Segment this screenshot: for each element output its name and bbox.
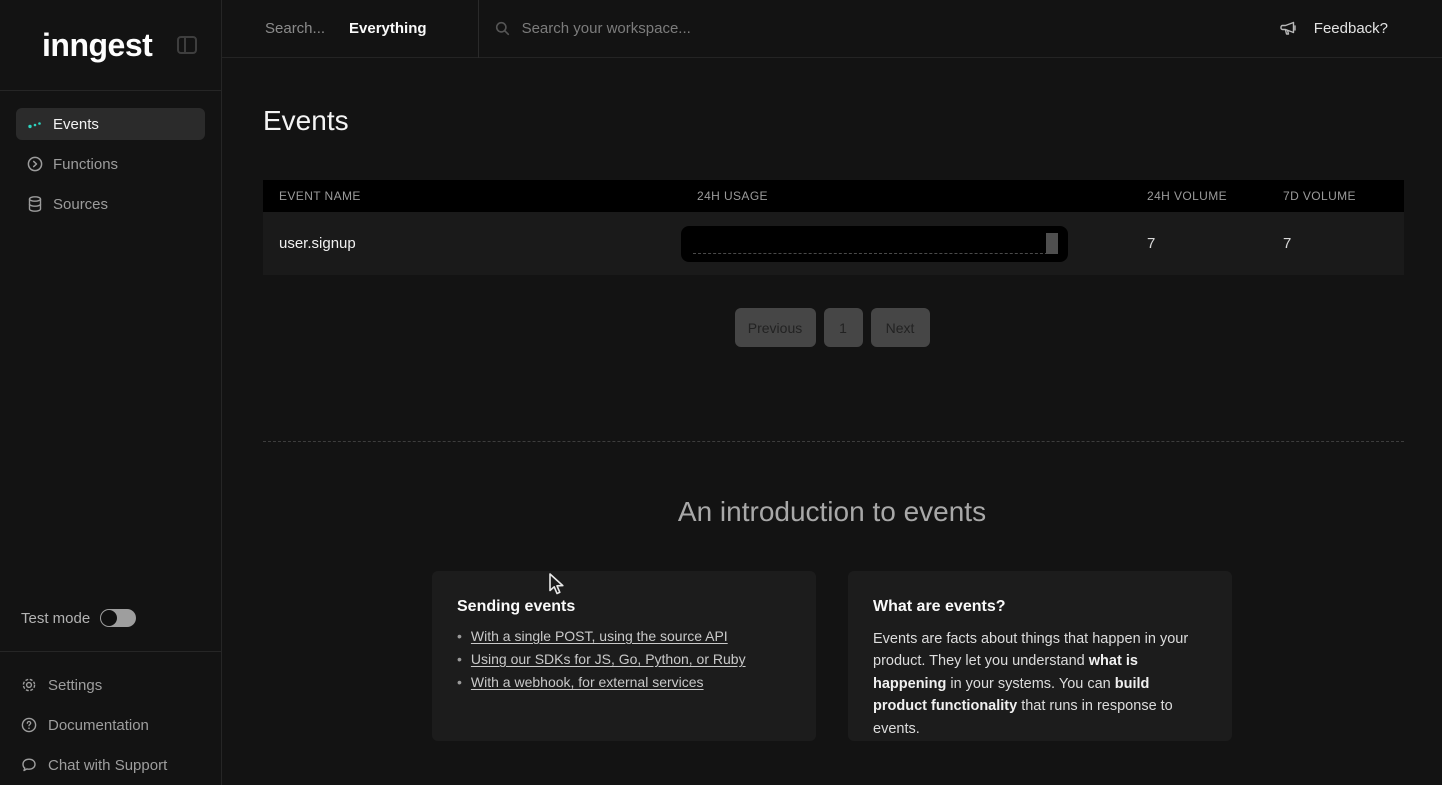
feedback-link[interactable]: Feedback? [1314,20,1388,37]
database-icon [27,196,43,212]
card-title: Sending events [457,598,791,616]
main-content: Events EVENT NAME 24H USAGE 24H VOLUME 7… [222,58,1442,785]
test-mode-label: Test mode [21,610,90,627]
next-page-button[interactable]: Next [871,308,930,347]
event-name-cell[interactable]: user.signup [263,235,681,252]
sidebar-item-label: Sources [53,196,108,213]
circle-chevron-right-icon [27,156,43,172]
card-paragraph: Events are facts about things that happe… [873,628,1207,740]
intro-cards: Sending events With a single POST, using… [222,571,1442,741]
link-sdks[interactable]: Using our SDKs for JS, Go, Python, or Ru… [471,651,746,667]
quick-search-label[interactable]: Search... [265,20,325,37]
workspace-search [495,20,1279,37]
table-row[interactable]: user.signup 7 7 [263,212,1404,275]
page-title: Events [263,105,1442,137]
chat-bubble-icon [21,757,37,773]
usage-sparkline [681,226,1068,262]
topbar-divider [478,0,479,58]
page-number-button[interactable]: 1 [824,308,863,347]
volume-7d-cell: 7 [1267,235,1404,252]
sidebar-item-events[interactable]: Events [16,108,205,140]
col-7d-volume: 7D VOLUME [1267,189,1404,203]
sparkline-bars [693,232,1058,254]
col-24h-usage: 24H USAGE [681,189,1131,203]
topbar: Search... Everything Feedback? [222,0,1442,58]
sidebar-header: inngest [0,0,221,91]
sidebar-item-label: Chat with Support [48,757,167,774]
test-mode-row: Test mode [0,598,221,638]
test-mode-toggle[interactable] [100,609,136,627]
sidebar-item-chat-support[interactable]: Chat with Support [0,745,221,785]
sidebar-item-label: Settings [48,677,102,694]
intro-heading: An introduction to events [222,496,1442,528]
toggle-knob [101,610,117,626]
sending-events-card: Sending events With a single POST, using… [432,571,816,741]
list-item: With a single POST, using the source API [457,628,791,644]
inngest-logo: inngest [42,27,152,64]
sidebar-collapse-icon[interactable] [177,35,199,55]
sidebar-item-sources[interactable]: Sources [16,188,205,220]
gear-icon [21,677,37,693]
megaphone-icon[interactable] [1279,20,1297,37]
sidebar-nav: Events Functions Sources [0,91,221,220]
col-event-name: EVENT NAME [263,189,681,203]
sending-events-links: With a single POST, using the source API… [457,628,791,690]
topbar-right: Feedback? [1279,20,1442,37]
search-scope-everything[interactable]: Everything [349,20,427,37]
volume-24h-cell: 7 [1131,235,1267,252]
sidebar-item-functions[interactable]: Functions [16,148,205,180]
usage-cell [681,226,1131,262]
col-24h-volume: 24H VOLUME [1131,189,1267,203]
link-source-api[interactable]: With a single POST, using the source API [471,628,728,644]
sidebar: inngest Events [0,0,222,785]
sidebar-item-label: Events [53,116,99,133]
table-header-row: EVENT NAME 24H USAGE 24H VOLUME 7D VOLUM… [263,180,1404,212]
dashed-divider [263,441,1404,442]
workspace-search-input[interactable] [522,20,942,37]
sidebar-item-label: Functions [53,156,118,173]
link-webhook[interactable]: With a webhook, for external services [471,674,704,690]
list-item: With a webhook, for external services [457,674,791,690]
what-are-events-card: What are events? Events are facts about … [848,571,1232,741]
card-title: What are events? [873,598,1207,616]
previous-page-button[interactable]: Previous [735,308,816,347]
events-table: EVENT NAME 24H USAGE 24H VOLUME 7D VOLUM… [263,180,1404,275]
sidebar-footer: Settings Documentation C [0,651,221,785]
question-circle-icon [21,717,37,733]
events-dots-icon [27,116,43,132]
list-item: Using our SDKs for JS, Go, Python, or Ru… [457,651,791,667]
search-icon [495,21,510,36]
sidebar-item-settings[interactable]: Settings [0,665,221,705]
sidebar-bottom: Test mode Settings [0,598,221,785]
sidebar-item-documentation[interactable]: Documentation [0,705,221,745]
sidebar-item-label: Documentation [48,717,149,734]
pagination: Previous 1 Next [222,308,1442,347]
